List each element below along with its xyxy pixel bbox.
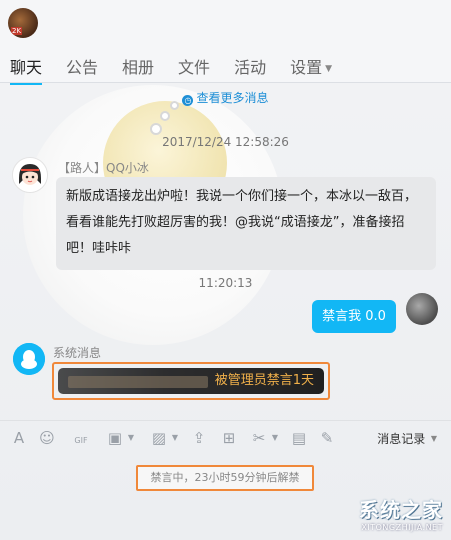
history-label: 消息记录: [377, 432, 426, 446]
chevron-down-icon: ▼: [325, 64, 333, 74]
tab-bar: 聊天 公告 相册 文件 活动 设置 ▼: [10, 54, 356, 85]
system-message-text: 被管理员禁言1天: [214, 373, 314, 388]
gift-icon[interactable]: ⊞: [220, 429, 238, 447]
watermark-url: XITONGZHIJIA.NET: [361, 523, 443, 532]
input-toolbar: A ☺ GIF ▣ ▼ ▨ ▼ ⇪ ⊞ ✂ ▼ ▤ ✎ 消息记录 ▼: [0, 420, 451, 455]
timestamp: 2017/12/24 12:58:26: [162, 135, 289, 149]
view-more-label: 查看更多消息: [196, 91, 269, 105]
blurred-name: [68, 376, 208, 388]
sender-name: 【路人】QQ小冰: [58, 161, 149, 175]
girl-avatar-icon: [13, 158, 47, 192]
chevron-down-icon: ▼: [428, 434, 437, 443]
timestamp: 11:20:13: [198, 276, 253, 290]
bot-avatar[interactable]: [12, 157, 48, 193]
watermark-title: 系统之家: [359, 498, 443, 522]
tab-announcement[interactable]: 公告: [66, 54, 98, 78]
chevron-down-icon[interactable]: ▼: [122, 429, 140, 447]
edit-icon[interactable]: ✎: [318, 429, 336, 447]
tab-settings[interactable]: 设置 ▼: [290, 54, 332, 78]
system-message-highlight: 被管理员禁言1天: [52, 362, 330, 400]
chevron-down-icon[interactable]: ▼: [266, 429, 284, 447]
system-message-bubble: 被管理员禁言1天: [58, 368, 324, 394]
message-list[interactable]: ◷ 查看更多消息 2017/12/24 12:58:26 【路人】QQ小冰 新版成…: [0, 83, 451, 420]
upload-icon[interactable]: ⇪: [190, 429, 208, 447]
chat-header: 2K 聊天 公告 相册 文件 活动 设置 ▼: [0, 0, 451, 85]
gif-icon[interactable]: GIF: [68, 429, 94, 447]
clock-icon: ◷: [182, 95, 194, 106]
chevron-down-icon[interactable]: ▼: [166, 429, 184, 447]
qq-group-chat-window: 2K 聊天 公告 相册 文件 活动 设置 ▼ ◷ 查看更多消息 2017/12/24…: [0, 0, 451, 540]
mute-notice: 禁言中，23小时59分钟后解禁: [136, 465, 314, 491]
qq-penguin-icon: [13, 343, 45, 375]
tab-chat[interactable]: 聊天: [10, 54, 43, 85]
tab-activity[interactable]: 活动: [234, 54, 266, 78]
system-message-label: 系统消息: [53, 346, 102, 360]
view-more-messages-link[interactable]: ◷ 查看更多消息: [0, 89, 451, 106]
watermark: 系统之家 XITONGZHIJIA.NET: [359, 494, 443, 532]
tab-files[interactable]: 文件: [178, 54, 210, 78]
font-icon[interactable]: A: [10, 429, 28, 447]
tab-album[interactable]: 相册: [122, 54, 154, 78]
tab-settings-label: 设置: [290, 58, 323, 77]
system-avatar: [13, 343, 45, 375]
my-avatar[interactable]: [406, 293, 438, 325]
archive-icon[interactable]: ▤: [290, 429, 308, 447]
avatar-tag: 2K: [11, 27, 23, 35]
group-avatar[interactable]: 2K: [8, 8, 38, 38]
message-bubble[interactable]: 新版成语接龙出炉啦！我说一个你们接一个，本冰以一敌百，看看谁能先打败超厉害的我！…: [56, 177, 436, 270]
message-history-button[interactable]: 消息记录 ▼: [377, 430, 437, 447]
emoji-icon[interactable]: ☺: [38, 429, 56, 447]
my-message-bubble[interactable]: 禁言我 0.0: [312, 300, 396, 333]
